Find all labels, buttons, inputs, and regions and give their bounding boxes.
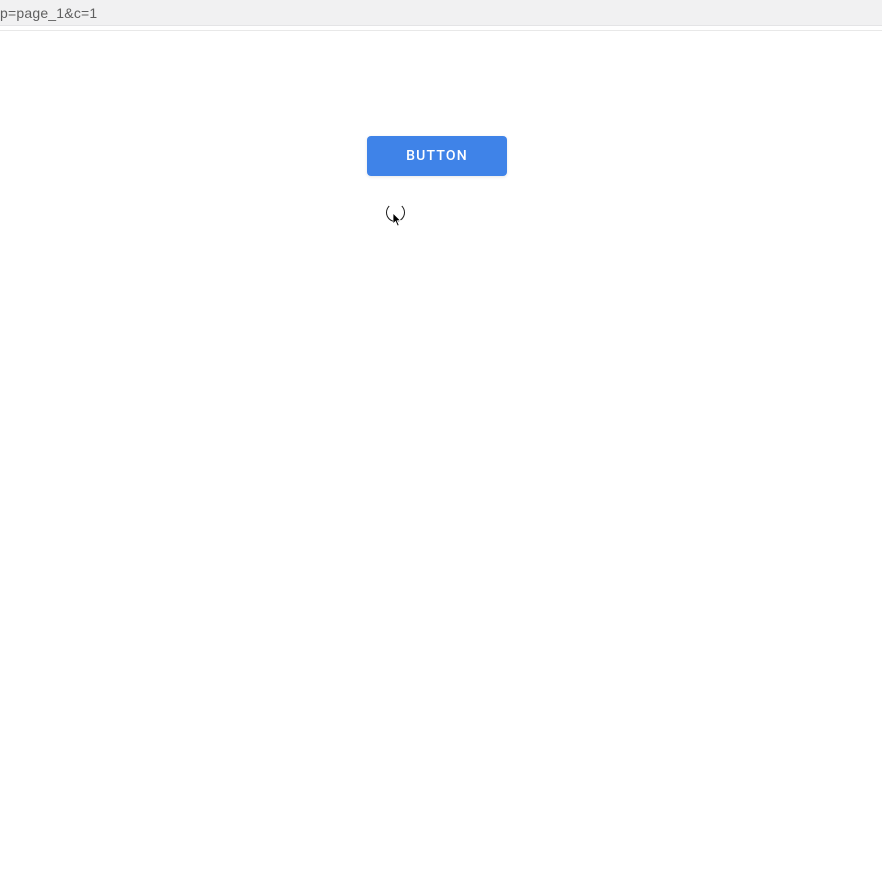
page-content: BUTTON (0, 31, 882, 882)
cursor-loading-icon (386, 203, 407, 224)
spinner-circle-icon (386, 203, 405, 222)
url-fragment: p=page_1&c=1 (0, 5, 97, 21)
button-label: BUTTON (406, 148, 468, 164)
browser-address-bar[interactable]: p=page_1&c=1 (0, 0, 882, 26)
cursor-arrow-icon (393, 213, 403, 227)
primary-button[interactable]: BUTTON (367, 136, 507, 176)
